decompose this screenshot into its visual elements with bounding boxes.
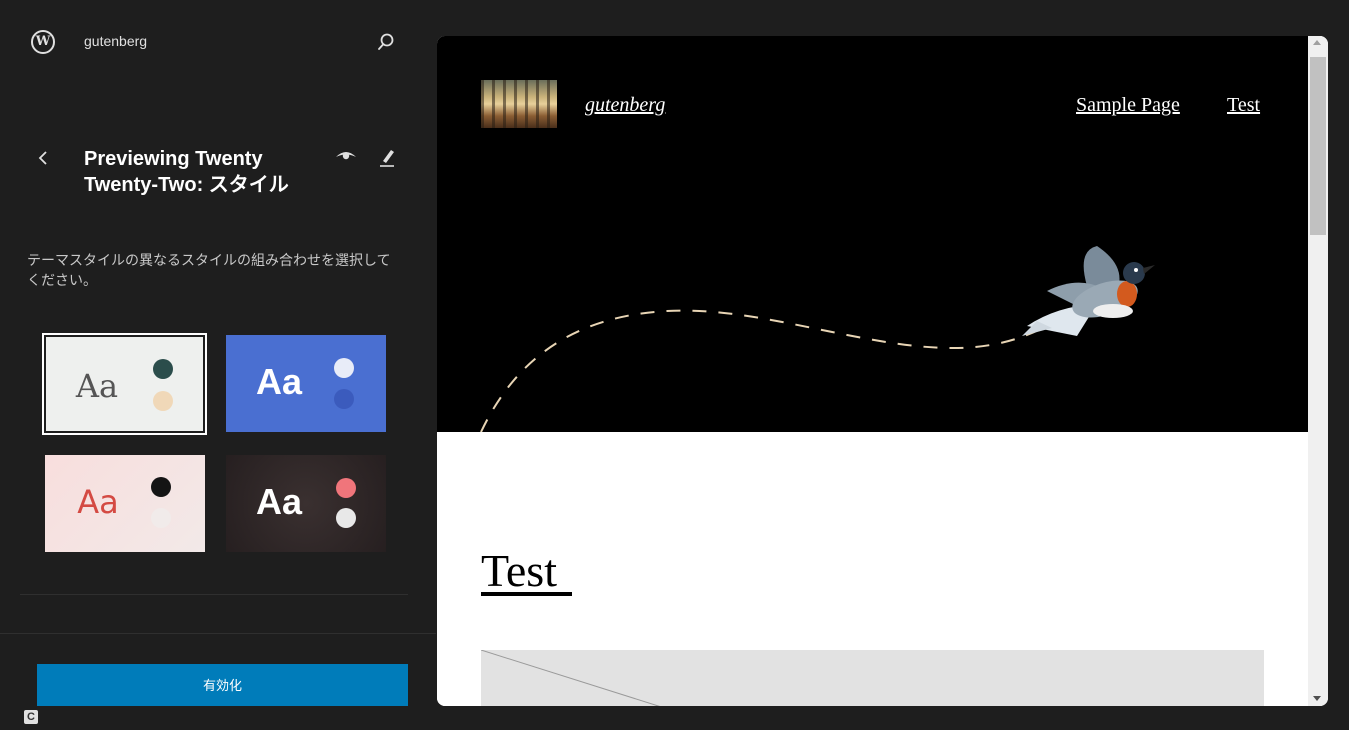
variation-color-swatch [151,508,171,528]
variation-color-swatch [153,391,173,411]
search-icon [378,33,394,50]
site-name[interactable]: gutenberg [84,33,147,49]
variation-color-swatch [336,478,356,498]
bird-icon [1022,246,1155,336]
bird-illustration [480,246,1155,432]
style-variation-3[interactable]: Aa [45,455,205,552]
divider [0,633,436,634]
variation-preview-text: Aa [255,361,303,402]
scroll-up-arrow-icon[interactable] [1313,40,1321,45]
scrollbar-thumb[interactable] [1310,57,1326,235]
edit-button[interactable] [376,146,398,168]
image-placeholder [481,650,1264,706]
variation-preview-text: Aa [75,367,119,405]
back-button[interactable] [34,146,54,170]
preview-button[interactable] [334,146,358,166]
variation-color-swatch [334,358,354,378]
sidebar-description: テーマスタイルの異なるスタイルの組み合わせを選択してください。 [27,252,391,288]
search-button[interactable] [374,30,398,54]
title-underline [481,592,572,596]
variation-preview-text: Aa [255,481,303,522]
variation-preview-text: Aa [77,483,119,521]
style-variation-2[interactable]: Aa [226,335,386,432]
activate-button[interactable]: 有効化 [37,664,408,706]
post-title-link[interactable]: Test [481,546,557,596]
site-header: gutenberg Sample Page Test [437,36,1308,432]
sidebar-title: Previewing Twenty Twenty-Two: スタイル [84,148,289,196]
theme-preview-frame[interactable]: gutenberg Sample Page Test Test [437,36,1328,706]
variation-color-swatch [336,508,356,528]
variation-color-swatch [151,477,171,497]
eye-icon [336,152,356,160]
c-badge: C [24,710,38,724]
pencil-icon [380,150,394,167]
placeholder-diagonal [481,650,660,706]
variation-color-swatch [334,389,354,409]
sidebar: W gutenberg Previewing Twenty Twenty-Two… [0,0,436,730]
style-variation-1[interactable]: Aa [42,333,207,435]
divider [20,594,408,595]
chevron-left-icon [38,151,47,165]
wordpress-logo-icon[interactable]: W [31,30,55,54]
style-variation-4[interactable]: Aa [226,455,386,552]
variation-color-swatch [153,359,173,379]
scroll-down-arrow-icon[interactable] [1313,696,1321,701]
site-content: Test [437,432,1308,706]
